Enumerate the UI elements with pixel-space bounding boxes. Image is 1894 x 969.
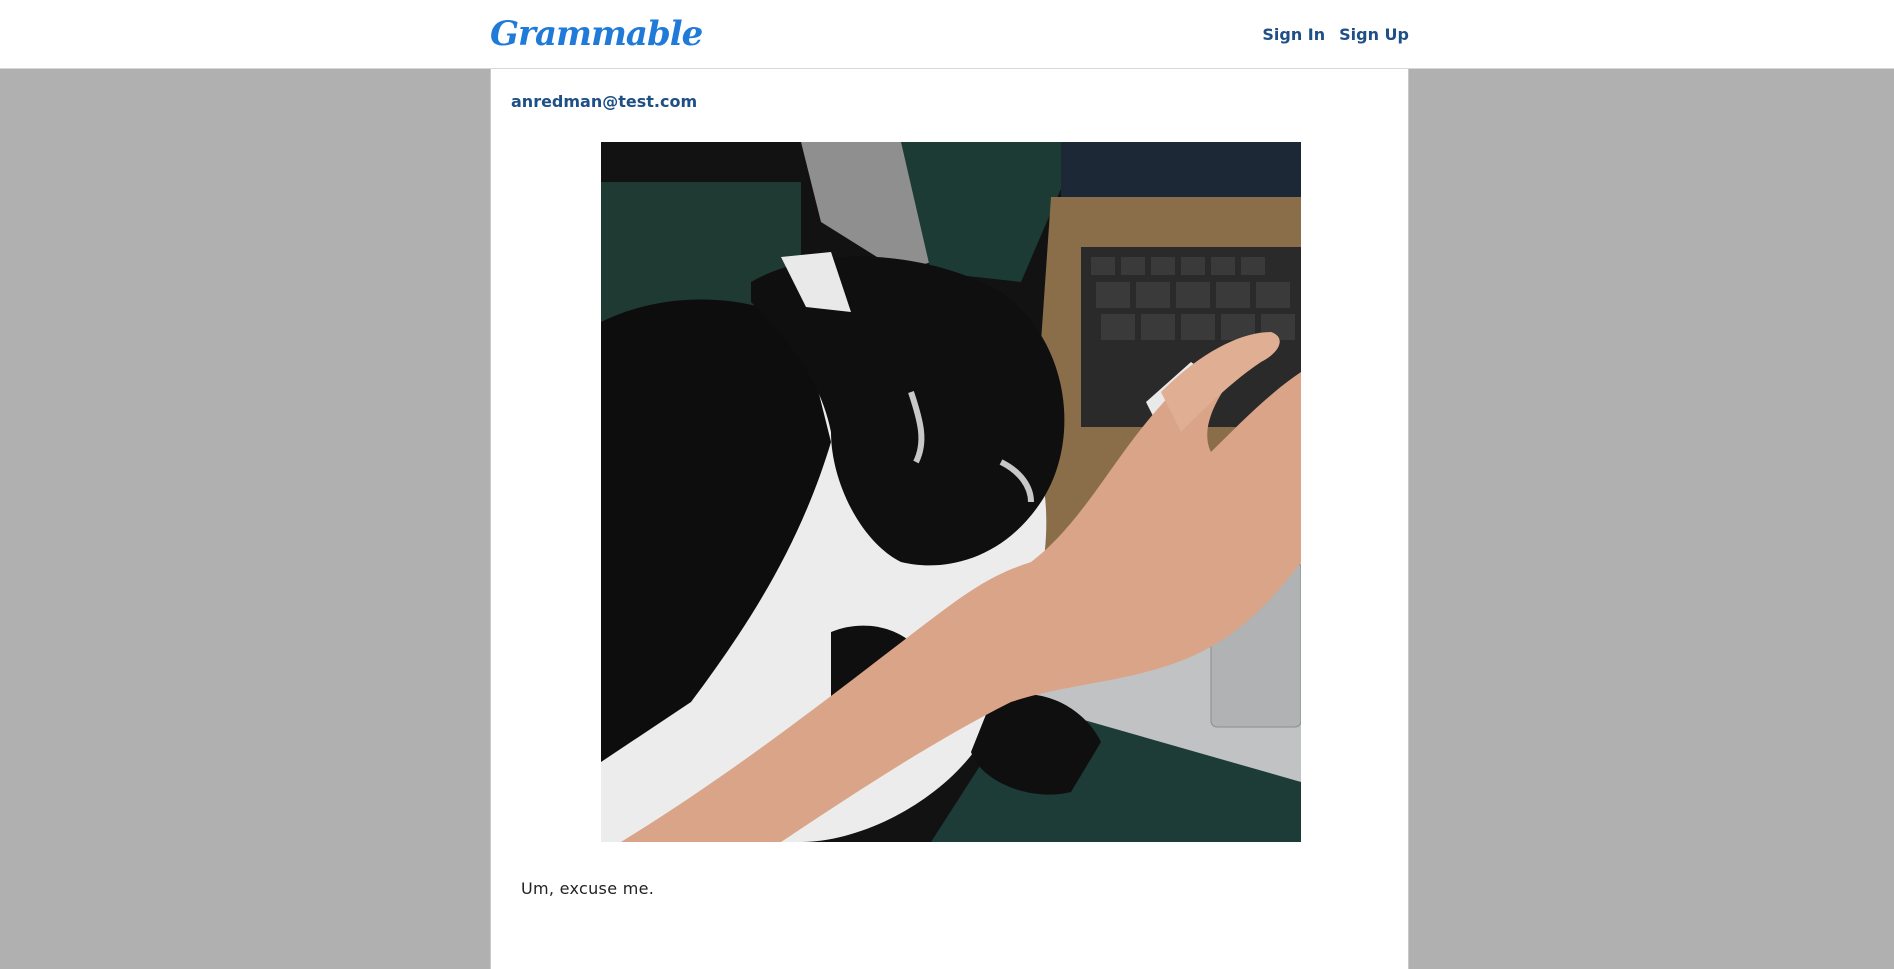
post-caption: Um, excuse me. bbox=[521, 879, 655, 898]
cat-photo-illustration bbox=[601, 142, 1301, 842]
sign-up-link[interactable]: Sign Up bbox=[1339, 25, 1409, 44]
post-photo bbox=[601, 142, 1301, 842]
auth-links: Sign In Sign Up bbox=[1262, 25, 1409, 44]
post-card: anredman@test.com Um, excuse me. bbox=[490, 69, 1409, 969]
top-navbar: Grammable Sign In Sign Up bbox=[0, 0, 1894, 69]
post-author[interactable]: anredman@test.com bbox=[511, 92, 697, 111]
sign-in-link[interactable]: Sign In bbox=[1262, 25, 1325, 44]
brand-logo[interactable]: Grammable bbox=[490, 14, 703, 54]
